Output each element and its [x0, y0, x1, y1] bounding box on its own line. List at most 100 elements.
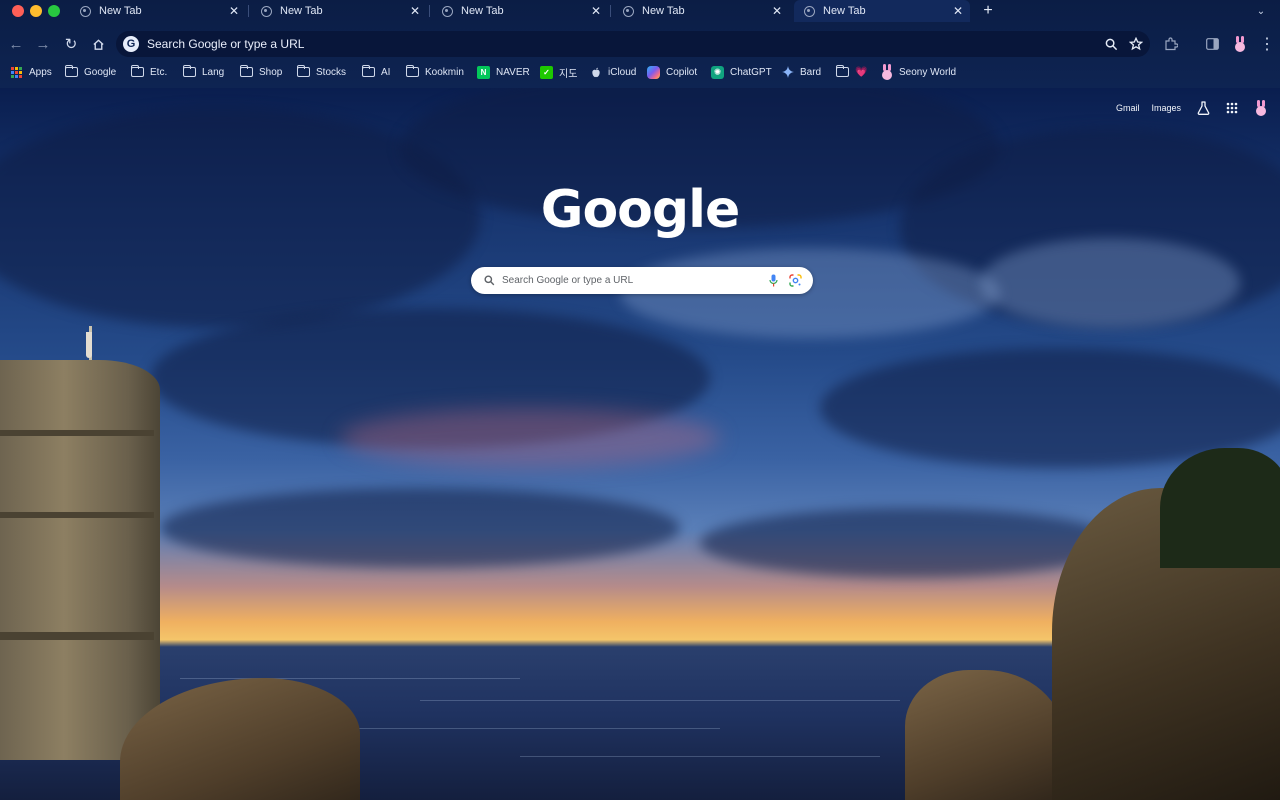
gmail-link[interactable]: Gmail [1116, 103, 1140, 113]
bookmark-map[interactable]: ✓ 지도 [540, 63, 577, 81]
tab-title: New Tab [280, 5, 323, 17]
bookmark-folder-heart[interactable]: 💗 [835, 63, 868, 81]
close-tab-icon[interactable]: ✕ [226, 3, 242, 19]
sea-reflection [520, 756, 880, 757]
bookmark-apps[interactable]: Apps [10, 63, 52, 81]
bookmark-label: Bard [800, 66, 822, 78]
bunny-avatar-icon [1255, 100, 1267, 116]
bookmark-label: Stocks [316, 66, 347, 78]
bookmark-folder-stocks[interactable]: Stocks [296, 63, 347, 81]
bookmark-label: Etc. [150, 66, 168, 78]
side-panel-icon[interactable] [1202, 34, 1222, 54]
tab-title: New Tab [823, 5, 866, 17]
chrome-favicon-icon [804, 5, 815, 17]
search-icon [479, 271, 499, 291]
google-g-icon: G [123, 36, 139, 52]
home-icon [92, 38, 104, 50]
close-window-button[interactable] [12, 5, 24, 17]
bookmark-label: Copilot [666, 66, 698, 78]
bookmark-label: 지도 [559, 68, 578, 80]
chrome-favicon-icon [80, 5, 91, 17]
naver-icon: N [477, 65, 490, 79]
images-link[interactable]: Images [1151, 103, 1181, 113]
bard-sparkle-icon [781, 66, 794, 79]
address-bar-text: Search Google or type a URL [147, 37, 305, 51]
ntp-search-box[interactable]: Search Google or type a URL [471, 267, 813, 294]
bookmark-folder-lang[interactable]: Lang [182, 63, 225, 81]
bookmark-folder-shop[interactable]: Shop [239, 63, 282, 81]
tab[interactable]: New Tab ✕ [70, 0, 246, 22]
bookmark-label: iCloud [608, 66, 637, 78]
extensions-puzzle-icon[interactable] [1161, 34, 1181, 54]
trees-right [1160, 448, 1280, 568]
home-button[interactable] [88, 34, 108, 54]
bookmark-label: 💗 [855, 66, 868, 78]
tab-search-chevron-icon[interactable]: ⌄ [1252, 2, 1270, 20]
tab[interactable]: New Tab ✕ [251, 0, 427, 22]
google-apps-icon[interactable] [1222, 98, 1242, 118]
minimize-window-button[interactable] [30, 5, 42, 17]
sea-reflection [300, 728, 720, 729]
bookmark-star-icon[interactable] [1125, 33, 1147, 55]
bookmark-label: Kookmin [425, 66, 464, 78]
bookmark-label: AI [381, 66, 391, 78]
chrome-favicon-icon [623, 5, 634, 17]
browser-chrome: New Tab ✕ New Tab ✕ New Tab ✕ New Tab ✕ … [0, 0, 1280, 88]
apps-grid-icon [10, 66, 23, 79]
account-avatar[interactable] [1251, 98, 1271, 118]
bunny-avatar-icon [1234, 36, 1246, 52]
forward-button[interactable]: → [33, 34, 53, 54]
fullscreen-window-button[interactable] [48, 5, 60, 17]
bookmark-label: Apps [29, 66, 52, 78]
close-tab-icon[interactable]: ✕ [950, 3, 966, 19]
bookmark-label: ChatGPT [730, 66, 772, 78]
toolbar: ← → ↻ G Search Google or type a URL ⋮ [0, 30, 1280, 58]
pink-cloud [340, 408, 720, 468]
close-tab-icon[interactable]: ✕ [407, 3, 423, 19]
bookmark-copilot[interactable]: Copilot [647, 63, 697, 81]
google-logo: Google [540, 180, 740, 240]
rock-center [905, 670, 1065, 800]
tower-band [0, 430, 154, 436]
zoom-search-icon[interactable] [1100, 33, 1122, 55]
close-tab-icon[interactable]: ✕ [769, 3, 785, 19]
folder-icon [182, 65, 196, 79]
search-placeholder: Search Google or type a URL [502, 275, 634, 286]
folder-icon [405, 65, 419, 79]
tab-separator [429, 5, 430, 17]
cloud [160, 488, 680, 568]
reload-button[interactable]: ↻ [61, 34, 81, 54]
ntp-header: Gmail Images [1116, 98, 1280, 118]
close-tab-icon[interactable]: ✕ [588, 3, 604, 19]
bookmark-folder-google[interactable]: Google [64, 63, 116, 81]
bookmark-seony-world[interactable]: Seony World [880, 63, 956, 81]
sea-reflection [420, 700, 900, 701]
profile-avatar[interactable] [1230, 34, 1250, 54]
folder-icon [239, 65, 253, 79]
bookmark-chatgpt[interactable]: ✺ ChatGPT [711, 63, 772, 81]
bookmark-folder-ai[interactable]: AI [361, 63, 391, 81]
chrome-menu-icon[interactable]: ⋮ [1257, 34, 1277, 54]
bookmark-bard[interactable]: Bard [781, 63, 821, 81]
tab-active[interactable]: New Tab ✕ [794, 0, 970, 22]
address-bar[interactable]: G Search Google or type a URL [116, 31, 1150, 57]
tab-title: New Tab [642, 5, 685, 17]
apple-icon [589, 66, 602, 79]
tab[interactable]: New Tab ✕ [613, 0, 789, 22]
bookmark-naver[interactable]: N NAVER [477, 63, 530, 81]
labs-flask-icon[interactable] [1193, 98, 1213, 118]
new-tab-button[interactable]: + [978, 1, 998, 21]
bookmark-folder-kookmin[interactable]: Kookmin [405, 63, 464, 81]
back-button[interactable]: ← [6, 34, 26, 54]
tab[interactable]: New Tab ✕ [432, 0, 608, 22]
cloud [700, 508, 1120, 578]
tab-separator [610, 5, 611, 17]
google-lens-icon[interactable] [785, 271, 805, 291]
bookmark-icloud[interactable]: iCloud [589, 63, 636, 81]
voice-search-mic-icon[interactable] [763, 271, 783, 291]
bookmark-label: Lang [202, 66, 225, 78]
bookmark-label: Seony World [899, 66, 957, 78]
folder-icon [64, 65, 78, 79]
bookmark-folder-etc[interactable]: Etc. [130, 63, 168, 81]
folder-icon [835, 65, 849, 79]
